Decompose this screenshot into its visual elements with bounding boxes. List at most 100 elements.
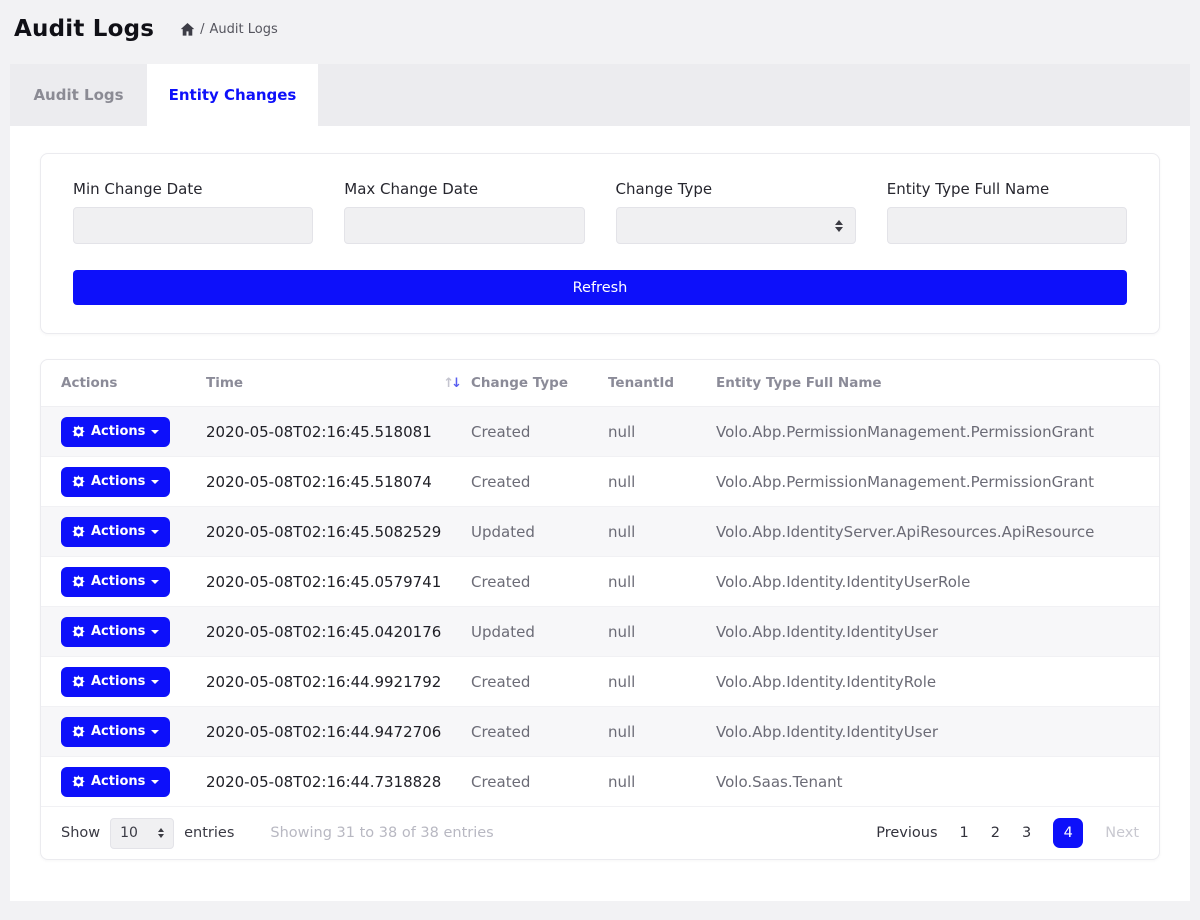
cell-tenant-id: null [608,473,716,491]
cell-entity-type: Volo.Abp.IdentityServer.ApiResources.Api… [716,523,1159,541]
breadcrumb-separator: / [200,22,204,37]
table-row: Actions 2020-05-08T02:16:45.0579741 Crea… [41,557,1159,607]
cell-time: 2020-05-08T02:16:45.518081 [206,423,471,441]
filter-max-change-date: Max Change Date [344,180,584,244]
cell-tenant-id: null [608,723,716,741]
cell-change-type: Created [471,673,608,691]
cell-tenant-id: null [608,573,716,591]
gear-icon [72,675,85,688]
column-header-time[interactable]: Time ↑↓ [206,375,471,391]
column-header-entity-type: Entity Type Full Name [716,375,1159,391]
tab-entity-changes[interactable]: Entity Changes [147,64,318,126]
pagination-page-2[interactable]: 2 [991,825,1000,841]
entity-type-full-name-label: Entity Type Full Name [887,180,1127,198]
row-actions-button[interactable]: Actions [61,417,170,447]
cell-change-type: Created [471,773,608,791]
cell-entity-type: Volo.Abp.Identity.IdentityRole [716,673,1159,691]
cell-time: 2020-05-08T02:16:45.0579741 [206,573,471,591]
actions-button-label: Actions [91,574,145,589]
row-actions-button[interactable]: Actions [61,567,170,597]
caret-down-icon [151,730,159,734]
max-change-date-label: Max Change Date [344,180,584,198]
actions-button-label: Actions [91,724,145,739]
actions-button-label: Actions [91,624,145,639]
cell-entity-type: Volo.Abp.Identity.IdentityUser [716,723,1159,741]
cell-change-type: Updated [471,523,608,541]
pagination-page-3[interactable]: 3 [1022,825,1031,841]
entries-summary: Showing 31 to 38 of 38 entries [270,825,493,841]
row-actions-button[interactable]: Actions [61,517,170,547]
entries-label: entries [184,825,234,841]
column-header-change-type: Change Type [471,375,608,391]
caret-down-icon [151,680,159,684]
cell-tenant-id: null [608,773,716,791]
filter-entity-type-full-name: Entity Type Full Name [887,180,1127,244]
tab-label: Audit Logs [33,86,123,104]
row-actions-button[interactable]: Actions [61,467,170,497]
row-actions-button[interactable]: Actions [61,717,170,747]
table-row: Actions 2020-05-08T02:16:44.7318828 Crea… [41,757,1159,807]
cell-time: 2020-05-08T02:16:44.9921792 [206,673,471,691]
gear-icon [72,525,85,538]
main-panel: Min Change Date Max Change Date Change T… [10,126,1190,901]
entity-type-full-name-input[interactable] [887,207,1127,244]
cell-time: 2020-05-08T02:16:45.0420176 [206,623,471,641]
change-type-select[interactable] [616,207,856,244]
filter-change-type: Change Type [616,180,856,244]
cell-entity-type: Volo.Saas.Tenant [716,773,1159,791]
pagination-page-1[interactable]: 1 [960,825,969,841]
cell-change-type: Updated [471,623,608,641]
breadcrumb: / Audit Logs [180,22,278,37]
refresh-button[interactable]: Refresh [73,270,1127,305]
cell-tenant-id: null [608,523,716,541]
cell-time: 2020-05-08T02:16:45.518074 [206,473,471,491]
cell-time: 2020-05-08T02:16:44.7318828 [206,773,471,791]
table-row: Actions 2020-05-08T02:16:45.518081 Creat… [41,407,1159,457]
table-header-row: Actions Time ↑↓ Change Type TenantId Ent… [41,360,1159,407]
column-header-tenant-id: TenantId [608,375,716,391]
cell-entity-type: Volo.Abp.PermissionManagement.Permission… [716,473,1159,491]
cell-entity-type: Volo.Abp.Identity.IdentityUserRole [716,573,1159,591]
actions-button-label: Actions [91,524,145,539]
table-row: Actions 2020-05-08T02:16:45.0420176 Upda… [41,607,1159,657]
cell-change-type: Created [471,473,608,491]
page-size-value: 10 [120,825,138,841]
select-updown-icon [835,220,843,232]
select-updown-icon [158,828,164,838]
gear-icon [72,725,85,738]
table-row: Actions 2020-05-08T02:16:45.518074 Creat… [41,457,1159,507]
filter-card: Min Change Date Max Change Date Change T… [40,153,1160,334]
cell-change-type: Created [471,723,608,741]
pagination-page-4-active[interactable]: 4 [1053,818,1083,848]
column-header-time-label: Time [206,375,243,391]
caret-down-icon [151,630,159,634]
row-actions-button[interactable]: Actions [61,767,170,797]
actions-button-label: Actions [91,424,145,439]
gear-icon [72,475,85,488]
gear-icon [72,625,85,638]
page-header: Audit Logs / Audit Logs [0,0,1200,54]
home-icon[interactable] [180,22,195,37]
sort-desc-icon: ↑↓ [443,376,459,391]
caret-down-icon [151,780,159,784]
row-actions-button[interactable]: Actions [61,617,170,647]
row-actions-button[interactable]: Actions [61,667,170,697]
table-row: Actions 2020-05-08T02:16:44.9472706 Crea… [41,707,1159,757]
caret-down-icon [151,530,159,534]
actions-button-label: Actions [91,674,145,689]
cell-tenant-id: null [608,673,716,691]
tab-bar: Audit Logs Entity Changes [10,64,1190,126]
page-size-select[interactable]: 10 [110,818,174,849]
cell-entity-type: Volo.Abp.Identity.IdentityUser [716,623,1159,641]
actions-button-label: Actions [91,474,145,489]
max-change-date-input[interactable] [344,207,584,244]
min-change-date-input[interactable] [73,207,313,244]
caret-down-icon [151,580,159,584]
tab-audit-logs[interactable]: Audit Logs [10,64,147,126]
cell-time: 2020-05-08T02:16:44.9472706 [206,723,471,741]
show-label: Show [61,825,100,841]
caret-down-icon [151,480,159,484]
cell-time: 2020-05-08T02:16:45.5082529 [206,523,471,541]
pagination-previous[interactable]: Previous [876,825,937,841]
page-title: Audit Logs [14,16,154,42]
